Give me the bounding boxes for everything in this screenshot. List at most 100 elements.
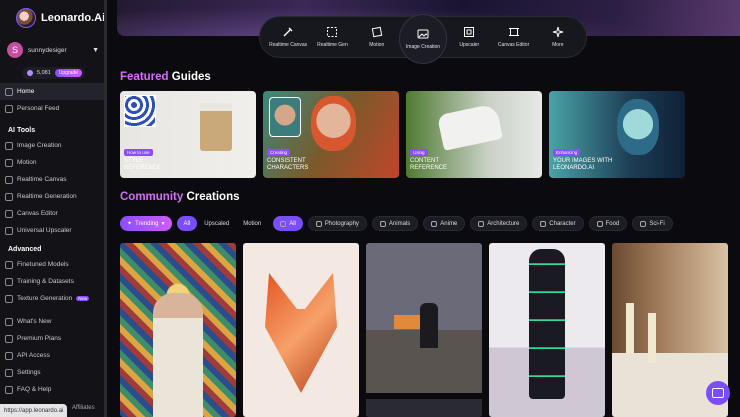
dataset-icon [5, 277, 13, 286]
gallery-image[interactable] [489, 243, 605, 417]
guides-carousel: How to use Style Reference Creating Consi… [120, 91, 685, 178]
paw-icon [379, 220, 386, 227]
model-icon [5, 260, 13, 269]
sidebar-item-canvas-editor[interactable]: Canvas Editor [0, 205, 107, 222]
sidebar-item-api-access[interactable]: API Access [0, 347, 107, 364]
affiliates-link[interactable]: Affiliates [72, 405, 95, 411]
tool-label: More [552, 42, 564, 48]
sidebar-item-texture-generation[interactable]: Texture Generation New [0, 290, 107, 307]
tool-label: Realtime Gen [317, 42, 348, 48]
sidebar-item-personal-feed[interactable]: Personal Feed [0, 100, 107, 117]
status-url: https://app.leonardo.ai [0, 404, 68, 417]
sidebar-item-faq-help[interactable]: FAQ & Help [0, 381, 107, 398]
category-filter-food[interactable]: Food [588, 216, 628, 231]
trending-dropdown[interactable]: ✦ Trending ▾ [120, 216, 172, 231]
sidebar-item-label: Home [17, 88, 35, 95]
token-icon [27, 70, 33, 76]
food-icon [596, 220, 603, 227]
category-filter-anime[interactable]: Anime [423, 216, 466, 231]
sidebar-item-home[interactable]: Home [0, 83, 107, 100]
crown-icon [5, 334, 13, 343]
grid-icon [327, 27, 338, 37]
media-filter-upscaled[interactable]: Upscaled [197, 216, 236, 231]
gallery-image[interactable] [243, 243, 359, 417]
sidebar-item-finetuned-models[interactable]: Finetuned Models [0, 256, 107, 273]
gallery-image[interactable] [120, 243, 236, 417]
category-filter-all[interactable]: All [273, 216, 303, 231]
tool-bar: Realtime Canvas Realtime Gen Motion Imag… [259, 14, 587, 64]
heading-accent: Featured [120, 71, 169, 83]
guide-tag: How to use [124, 149, 153, 156]
texture-icon [5, 294, 13, 303]
guide-tag: Creating [267, 149, 291, 156]
heading-rest: Creations [183, 191, 240, 203]
sidebar-item-realtime-generation[interactable]: Realtime Generation [0, 188, 107, 205]
guide-card[interactable]: Using Content Reference [406, 91, 542, 178]
sidebar: Leonardo.Ai S sunnydesiger ▼ 5,081 Upgra… [0, 0, 107, 417]
category-filter-photography[interactable]: Photography [307, 216, 367, 231]
brand-name: Leonardo.Ai [41, 12, 106, 24]
gallery-image[interactable] [366, 243, 482, 417]
category-filter-animals[interactable]: Animals [371, 216, 419, 231]
tool-realtime-gen[interactable]: Realtime Gen [310, 26, 354, 48]
category-filter-architecture[interactable]: Architecture [470, 216, 528, 231]
media-filter-motion[interactable]: Motion [236, 216, 268, 231]
nav-top: Home Personal Feed [0, 83, 107, 117]
motion-icon [5, 158, 13, 167]
sidebar-item-whats-new[interactable]: What's New [0, 313, 107, 330]
section-title-ai-tools: AI Tools [8, 126, 36, 134]
media-filter-all[interactable]: All [176, 216, 198, 231]
credits-badge[interactable]: 5,081 Upgrade [22, 67, 85, 79]
tool-image-creation[interactable]: Image Creation [398, 14, 448, 64]
star-icon [431, 220, 438, 227]
sidebar-item-settings[interactable]: Settings [0, 364, 107, 381]
upscale-icon [5, 226, 13, 235]
sidebar-item-label: Image Creation [17, 142, 62, 149]
nav-ai-tools: AI Tools Image Creation Motion Realtime … [0, 123, 107, 239]
sidebar-item-label: Texture Generation [17, 295, 73, 302]
logo-icon [16, 8, 36, 28]
chevron-down-icon: ▼ [92, 46, 99, 54]
tool-motion[interactable]: Motion [355, 26, 399, 48]
category-filter-sci-fi[interactable]: Sci-Fi [632, 216, 673, 231]
category-filter-character[interactable]: Character [532, 216, 584, 231]
guide-card[interactable]: How to use Style Reference [120, 91, 256, 178]
rocket-icon [640, 220, 647, 227]
sidebar-item-training-datasets[interactable]: Training & Datasets [0, 273, 107, 290]
canvas-icon [5, 209, 13, 218]
gallery-image[interactable] [366, 393, 482, 417]
camera-icon [315, 220, 322, 227]
upgrade-button[interactable]: Upgrade [54, 69, 82, 77]
tool-more[interactable]: More [536, 26, 580, 48]
grid-icon [280, 220, 287, 227]
heading-accent: Community [120, 191, 184, 203]
guide-tag: Enhancing [553, 149, 581, 156]
chat-support-button[interactable] [706, 381, 730, 405]
avatar: S [7, 42, 23, 58]
new-badge: New [76, 296, 90, 301]
sidebar-item-universal-upscaler[interactable]: Universal Upscaler [0, 222, 107, 239]
sidebar-item-motion[interactable]: Motion [0, 154, 107, 171]
sidebar-item-premium-plans[interactable]: Premium Plans [0, 330, 107, 347]
tool-label: Motion [369, 42, 385, 48]
tool-upscaler[interactable]: Upscaler [447, 26, 491, 48]
app: Leonardo.Ai S sunnydesiger ▼ 5,081 Upgra… [0, 0, 740, 417]
nav-bottom: What's New Premium Plans API Access Sett… [0, 313, 107, 398]
flame-icon: ✦ [127, 221, 133, 227]
sidebar-item-label: FAQ & Help [17, 386, 52, 393]
sidebar-item-realtime-canvas[interactable]: Realtime Canvas [0, 171, 107, 188]
credits-value: 5,081 [37, 70, 51, 76]
tool-realtime-canvas[interactable]: Realtime Canvas [266, 26, 310, 48]
sidebar-item-image-creation[interactable]: Image Creation [0, 137, 107, 154]
tool-canvas-editor[interactable]: Canvas Editor [491, 26, 535, 48]
sidebar-item-label: Premium Plans [17, 335, 62, 342]
sidebar-scrollbar[interactable] [104, 0, 107, 417]
guide-card[interactable]: Enhancing Your images with Leonardo.Ai [549, 91, 685, 178]
guide-title: Style Reference [124, 158, 162, 171]
guide-card[interactable]: Creating Consistent Characters [263, 91, 399, 178]
main-content: Realtime Canvas Realtime Gen Motion Imag… [108, 0, 740, 417]
building-icon [478, 220, 485, 227]
sidebar-item-label: What's New [17, 318, 52, 325]
user-menu[interactable]: S sunnydesiger ▼ [7, 42, 99, 58]
brand-logo[interactable]: Leonardo.Ai [16, 8, 105, 28]
